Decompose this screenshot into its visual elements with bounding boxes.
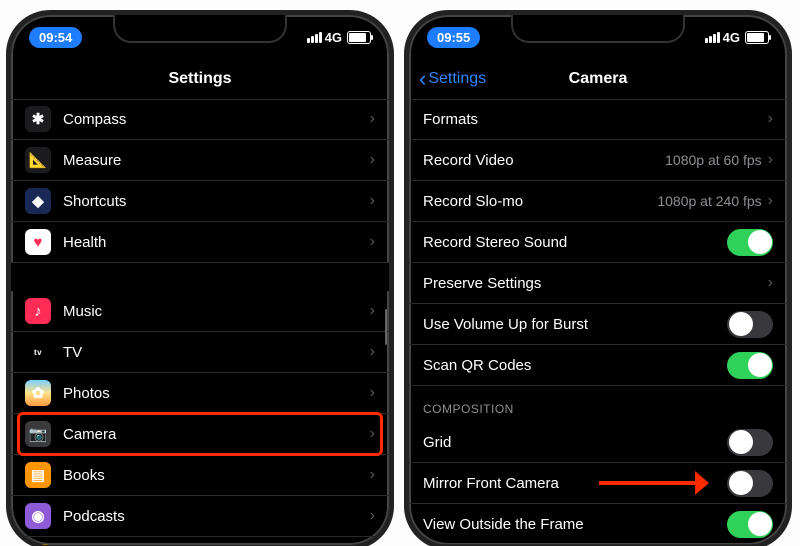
health-icon: ♥ — [25, 229, 51, 255]
phone-left: 09:54 4G Settings ✱Compass›📐Measure›◆Sho… — [6, 10, 394, 546]
phone-right: 09:55 4G ‹ Settings Camera Formats›Recor… — [404, 10, 792, 546]
chevron-left-icon: ‹ — [419, 68, 426, 90]
row-label: Record Video — [423, 152, 665, 169]
settings-row-shortcuts[interactable]: ◆ Shortcuts› — [11, 181, 389, 222]
settings-row-measure[interactable]: 📐 Measure› — [11, 140, 389, 181]
status-time: 09:55 — [427, 27, 480, 48]
compass-icon: ✱ — [25, 106, 51, 132]
row-label: Podcasts — [63, 508, 370, 525]
row-label: Record Stereo Sound — [423, 234, 727, 251]
row-label: Books — [63, 467, 370, 484]
podcasts-icon: ◉ — [25, 503, 51, 529]
row-label: Record Slo-mo — [423, 193, 657, 210]
chevron-right-icon: › — [370, 384, 375, 402]
row-label: Use Volume Up for Burst — [423, 316, 727, 333]
chevron-right-icon: › — [768, 110, 773, 128]
setting-row-mirror-front-camera[interactable]: Mirror Front Camera — [409, 463, 787, 504]
chevron-right-icon: › — [370, 343, 375, 361]
books-icon: ▤ — [25, 462, 51, 488]
setting-row-record-stereo-sound[interactable]: Record Stereo Sound — [409, 222, 787, 263]
music-icon: ♪ — [25, 298, 51, 324]
toggle-switch[interactable] — [727, 429, 773, 456]
row-label: Shortcuts — [63, 193, 370, 210]
settings-row-tv[interactable]: tv TV› — [11, 332, 389, 373]
row-label: Camera — [63, 426, 370, 443]
camera-settings-list[interactable]: Formats›Record Video1080p at 60 fps›Reco… — [409, 99, 787, 545]
settings-row-books[interactable]: ▤ Books› — [11, 455, 389, 496]
row-label: Formats — [423, 111, 768, 128]
row-label: TV — [63, 344, 370, 361]
setting-row-record-video[interactable]: Record Video1080p at 60 fps › — [409, 140, 787, 181]
nav-bar: Settings — [11, 59, 389, 100]
chevron-right-icon: › — [768, 192, 773, 210]
section-gap — [11, 263, 389, 291]
row-label: Compass — [63, 111, 370, 128]
row-label: Grid — [423, 434, 727, 451]
settings-row-compass[interactable]: ✱ Compass› — [11, 99, 389, 140]
row-value: 1080p at 60 fps — [665, 152, 762, 168]
settings-row-photos[interactable]: ✿ Photos› — [11, 373, 389, 414]
chevron-right-icon: › — [370, 110, 375, 128]
toggle-switch[interactable] — [727, 311, 773, 338]
chevron-right-icon: › — [768, 274, 773, 292]
row-label: Scan QR Codes — [423, 357, 727, 374]
nav-bar: ‹ Settings Camera — [409, 59, 787, 100]
notch — [113, 15, 287, 43]
setting-row-view-outside-the-frame[interactable]: View Outside the Frame — [409, 504, 787, 545]
row-label: Photos — [63, 385, 370, 402]
row-label: Mirror Front Camera — [423, 475, 727, 492]
chevron-right-icon: › — [768, 151, 773, 169]
chevron-right-icon: › — [370, 151, 375, 169]
scroll-indicator — [385, 309, 388, 345]
network-label: 4G — [325, 30, 342, 45]
settings-row-podcasts[interactable]: ◉ Podcasts› — [11, 496, 389, 537]
measure-icon: 📐 — [25, 147, 51, 173]
row-label: Preserve Settings — [423, 275, 768, 292]
row-label: Health — [63, 234, 370, 251]
back-button[interactable]: ‹ Settings — [419, 68, 486, 90]
settings-row-itunes-u[interactable]: ★iTunes U› — [11, 537, 389, 545]
shortcuts-icon: ◆ — [25, 188, 51, 214]
section-header-composition: COMPOSITION — [409, 386, 787, 422]
row-value: 1080p at 240 fps — [657, 193, 761, 209]
chevron-right-icon: › — [370, 192, 375, 210]
setting-row-preserve-settings[interactable]: Preserve Settings› — [409, 263, 787, 304]
settings-row-camera[interactable]: 📷 Camera› — [11, 414, 389, 455]
battery-icon — [347, 31, 371, 44]
itunes-u-icon: ★ — [25, 544, 51, 545]
toggle-switch[interactable] — [727, 229, 773, 256]
camera-icon: 📷 — [25, 421, 51, 447]
row-label: View Outside the Frame — [423, 516, 727, 533]
row-label: Measure — [63, 152, 370, 169]
network-label: 4G — [723, 30, 740, 45]
setting-row-record-slo-mo[interactable]: Record Slo-mo1080p at 240 fps › — [409, 181, 787, 222]
chevron-right-icon: › — [370, 466, 375, 484]
setting-row-formats[interactable]: Formats› — [409, 99, 787, 140]
tv-icon: tv — [25, 339, 51, 365]
setting-row-grid[interactable]: Grid — [409, 422, 787, 463]
toggle-switch[interactable] — [727, 352, 773, 379]
settings-row-health[interactable]: ♥ Health› — [11, 222, 389, 263]
chevron-right-icon: › — [370, 233, 375, 251]
nav-title: Settings — [168, 70, 231, 88]
settings-list[interactable]: ✱Compass›📐Measure›◆Shortcuts›♥Health› ♪M… — [11, 99, 389, 545]
toggle-switch[interactable] — [727, 470, 773, 497]
settings-row-music[interactable]: ♪ Music› — [11, 291, 389, 332]
nav-title: Camera — [569, 70, 628, 88]
notch — [511, 15, 685, 43]
chevron-right-icon: › — [370, 425, 375, 443]
chevron-right-icon: › — [370, 507, 375, 525]
photos-icon: ✿ — [25, 380, 51, 406]
back-label: Settings — [428, 70, 486, 88]
status-time: 09:54 — [29, 27, 82, 48]
signal-bars-icon — [705, 32, 720, 43]
signal-bars-icon — [307, 32, 322, 43]
setting-row-scan-qr-codes[interactable]: Scan QR Codes — [409, 345, 787, 386]
toggle-switch[interactable] — [727, 511, 773, 538]
row-label: Music — [63, 303, 370, 320]
chevron-right-icon: › — [370, 302, 375, 320]
setting-row-use-volume-up-for-burst[interactable]: Use Volume Up for Burst — [409, 304, 787, 345]
battery-icon — [745, 31, 769, 44]
